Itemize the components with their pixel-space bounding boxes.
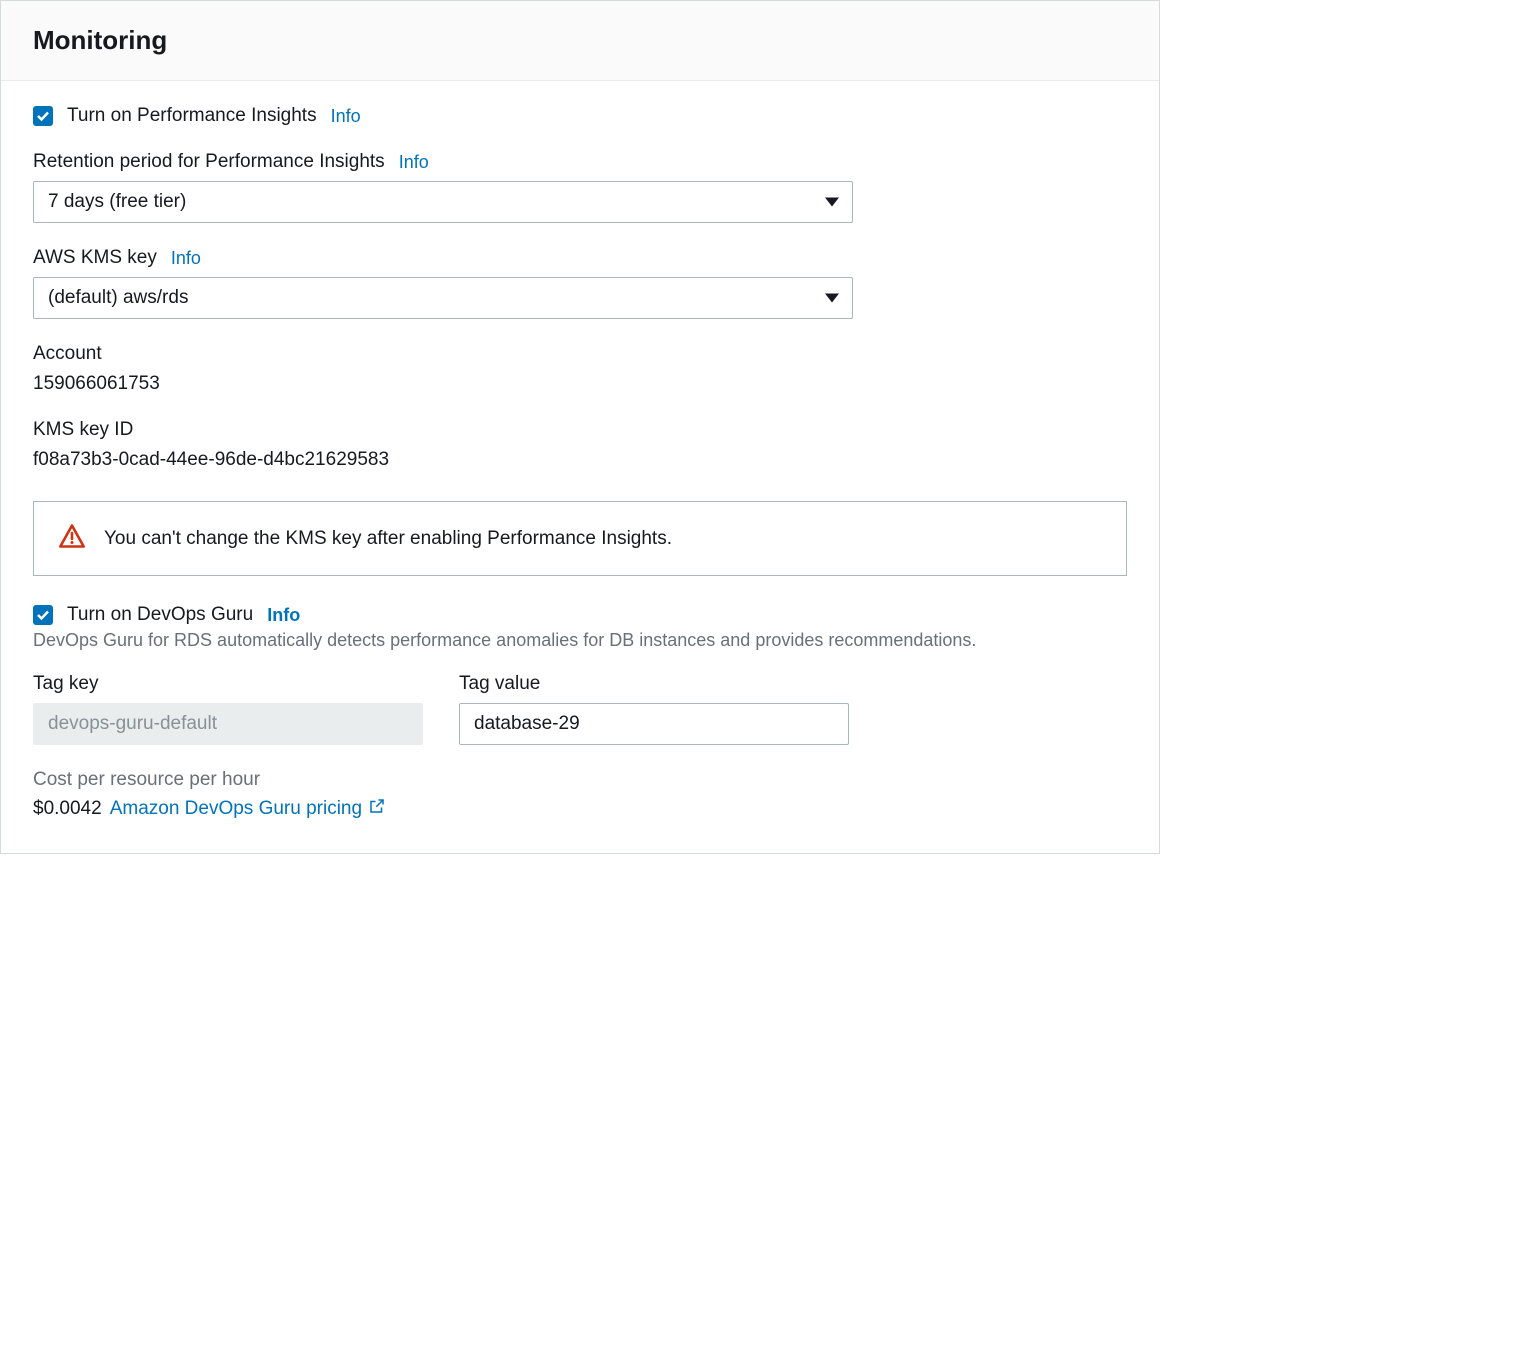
check-icon	[36, 109, 50, 123]
cost-label: Cost per resource per hour	[33, 769, 1127, 791]
monitoring-panel: Monitoring Turn on Performance Insights …	[0, 0, 1160, 854]
devops-guru-checkbox[interactable]	[33, 605, 53, 625]
retention-info-link[interactable]: Info	[399, 152, 429, 173]
devops-guru-label: Turn on DevOps Guru	[67, 604, 253, 626]
kms-key-label: AWS KMS key	[33, 247, 157, 269]
tag-key-label: Tag key	[33, 673, 98, 695]
pricing-link[interactable]: Amazon DevOps Guru pricing	[110, 797, 386, 821]
external-link-icon	[368, 797, 386, 821]
account-value: 159066061753	[33, 373, 1127, 395]
warning-icon	[58, 522, 86, 555]
perf-insights-label: Turn on Performance Insights	[67, 105, 317, 127]
kms-warning-text: You can't change the KMS key after enabl…	[104, 528, 672, 550]
account-label: Account	[33, 343, 102, 365]
tag-key-input	[33, 703, 423, 745]
perf-insights-checkbox[interactable]	[33, 106, 53, 126]
devops-guru-info-link[interactable]: Info	[267, 605, 300, 626]
tag-value-label: Tag value	[459, 673, 540, 695]
retention-select[interactable]: 7 days (free tier)	[33, 181, 853, 223]
kms-key-select[interactable]: (default) aws/rds	[33, 277, 853, 319]
check-icon	[36, 608, 50, 622]
kms-warning-alert: You can't change the KMS key after enabl…	[33, 501, 1127, 576]
retention-label: Retention period for Performance Insight…	[33, 151, 385, 173]
perf-insights-info-link[interactable]: Info	[331, 106, 361, 127]
cost-value: $0.0042	[33, 798, 102, 820]
panel-title: Monitoring	[33, 25, 1127, 56]
kms-key-id-value: f08a73b3-0cad-44ee-96de-d4bc21629583	[33, 449, 1127, 471]
devops-guru-description: DevOps Guru for RDS automatically detect…	[33, 630, 1127, 651]
kms-key-id-label: KMS key ID	[33, 419, 133, 441]
kms-key-select-value: (default) aws/rds	[48, 287, 188, 309]
panel-body: Turn on Performance Insights Info Retent…	[1, 81, 1159, 853]
pricing-link-text: Amazon DevOps Guru pricing	[110, 798, 362, 820]
retention-select-value: 7 days (free tier)	[48, 191, 186, 213]
kms-key-info-link[interactable]: Info	[171, 248, 201, 269]
tag-value-input[interactable]	[459, 703, 849, 745]
panel-header: Monitoring	[1, 1, 1159, 81]
